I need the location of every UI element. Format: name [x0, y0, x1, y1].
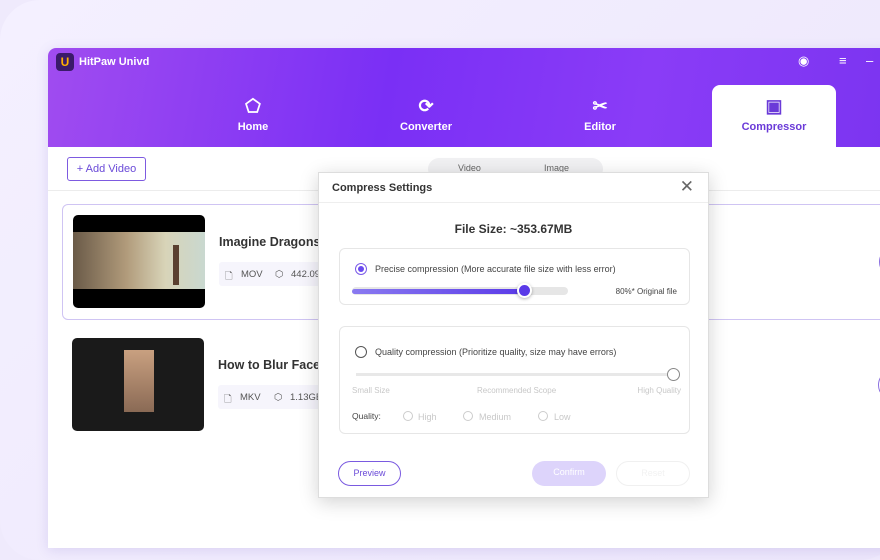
- quality-compression-radio[interactable]: [355, 346, 367, 358]
- app-title: HitPaw Univd: [79, 56, 150, 68]
- video-title: Imagine Dragons: [219, 235, 321, 249]
- editor-icon: ✂: [592, 96, 608, 116]
- hamburger-icon[interactable]: ≡: [839, 53, 847, 68]
- video-thumbnail: [72, 338, 204, 431]
- quality-compression-box: Quality compression (Prioritize quality,…: [339, 326, 690, 434]
- quality-medium-label: Medium: [479, 412, 512, 422]
- header: U HitPaw Univd ◉ ≡ – ⬠ Home ⟳ Converter ✂ E…: [48, 48, 880, 147]
- quality-low-radio[interactable]: [538, 411, 548, 421]
- converter-icon: ⟳: [418, 96, 434, 116]
- quality-compression-label: Quality compression (Prioritize quality,…: [375, 347, 617, 357]
- slider-thumb[interactable]: [667, 368, 680, 381]
- quality-low-label: Low: [554, 412, 571, 422]
- cube-icon: ⬡: [275, 269, 284, 280]
- divider: [319, 202, 708, 203]
- tab-label: Editor: [584, 121, 616, 133]
- home-icon: ⬠: [245, 96, 261, 116]
- app-logo: U: [56, 53, 74, 71]
- quality-medium-radio[interactable]: [463, 411, 473, 421]
- tab-label: Home: [237, 121, 269, 133]
- preview-button[interactable]: Preview: [338, 461, 401, 486]
- precise-compression-label: Precise compression (More accurate file …: [375, 264, 616, 274]
- precise-compression-radio[interactable]: [355, 263, 367, 275]
- video-thumbnail: [73, 215, 205, 308]
- compress-settings-dialog: Compress Settings ✕ File Size: ~353.67MB…: [318, 172, 709, 498]
- dialog-title: Compress Settings: [332, 182, 433, 194]
- slider-thumb[interactable]: [516, 283, 532, 298]
- video-format: MKV: [240, 392, 261, 403]
- slider-fill: [352, 289, 525, 294]
- quality-caption: Quality:: [352, 411, 381, 421]
- slider-value: 80%* Original file: [615, 287, 677, 296]
- user-circle-icon[interactable]: ◉: [798, 53, 809, 69]
- add-video-button[interactable]: + Add Video: [67, 157, 146, 181]
- size-slider[interactable]: [352, 283, 568, 298]
- quality-high-label: High: [418, 412, 437, 422]
- file-icon: 🗋: [224, 394, 232, 405]
- tab-converter[interactable]: ⟳ Converter: [364, 85, 488, 147]
- tab-label: Converter: [400, 121, 452, 133]
- quality-slider[interactable]: [356, 368, 680, 381]
- confirm-button[interactable]: Confirm: [532, 461, 606, 486]
- tab-label: Compressor: [741, 121, 807, 133]
- file-icon: 🗋: [225, 271, 233, 282]
- scale-mid-label: Recommended Scope: [477, 386, 557, 395]
- tab-compressor[interactable]: ▣ Compressor: [712, 85, 836, 147]
- tab-home[interactable]: ⬠ Home: [191, 85, 315, 147]
- minimize-icon[interactable]: –: [866, 53, 873, 68]
- video-title: How to Blur Faces: [218, 358, 328, 372]
- video-format: MOV: [241, 269, 263, 280]
- scale-left-label: Small Size: [352, 386, 390, 395]
- cube-icon: ⬡: [274, 392, 283, 403]
- precise-compression-box: Precise compression (More accurate file …: [339, 248, 690, 305]
- scale-right-label: High Quality: [637, 386, 681, 395]
- tab-editor[interactable]: ✂ Editor: [538, 85, 662, 147]
- file-size: File Size: ~353.67MB: [454, 222, 573, 236]
- compressor-icon: ▣: [765, 96, 783, 116]
- close-icon[interactable]: ✕: [680, 177, 694, 197]
- reset-button[interactable]: Reset: [616, 461, 690, 486]
- quality-high-radio[interactable]: [403, 411, 413, 421]
